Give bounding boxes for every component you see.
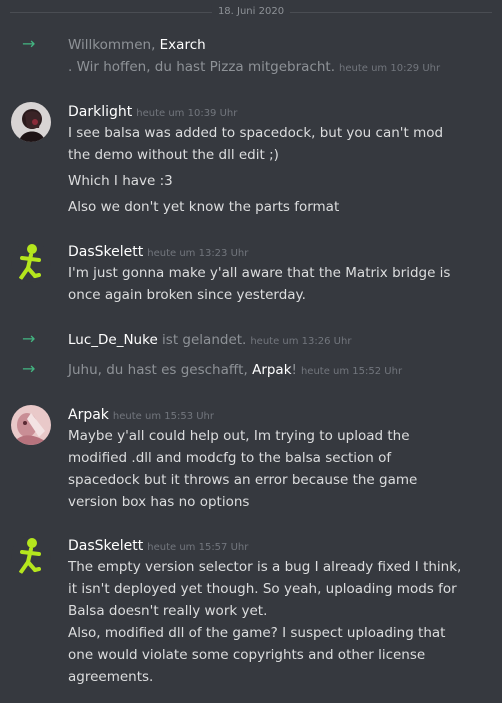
message-line: the demo without the dll edit ;) [68, 147, 279, 163]
message-header: DasSkelett heute um 13:23 Uhr [68, 242, 248, 264]
message-timestamp[interactable]: heute um 10:29 Uhr [339, 63, 440, 74]
author-name[interactable]: DasSkelett [68, 244, 143, 260]
message-body: I see balsa was added to spacedock, but … [68, 122, 488, 218]
message-line: it isn't deployed yet though. So yeah, u… [68, 581, 457, 597]
message-header: Arpak heute um 15:53 Uhr [68, 405, 214, 427]
date-divider: 18. Juni 2020 [0, 4, 502, 20]
message-body: I'm just gonna make y'all aware that the… [68, 262, 488, 306]
message-timestamp[interactable]: heute um 15:57 Uhr [147, 542, 248, 553]
join-username[interactable]: Arpak [252, 362, 291, 378]
author-name[interactable]: DasSkelett [68, 538, 143, 554]
message-header: Darklight heute um 10:39 Uhr [68, 102, 237, 124]
message-timestamp[interactable]: heute um 10:39 Uhr [136, 108, 237, 119]
message-line: Maybe y'all could help out, Im trying to… [68, 428, 410, 444]
join-arrow-icon: → [22, 359, 36, 378]
message-line: The empty version selector is a bug I al… [68, 559, 462, 575]
message-line: agreements. [68, 669, 154, 685]
join-arrow-icon: → [22, 329, 36, 348]
join-message: Juhu, du hast es geschafft, Arpak! heute … [68, 362, 403, 378]
message-body: The empty version selector is a bug I al… [68, 556, 488, 688]
avatar-dasskelett[interactable] [11, 536, 51, 576]
message-line: Also we don't yet know the parts format [68, 199, 340, 215]
avatar-dasskelett[interactable] [11, 242, 51, 282]
message-line: version box has no options [68, 494, 250, 510]
message-header: DasSkelett heute um 15:57 Uhr [68, 536, 248, 558]
message-line: I see balsa was added to spacedock, but … [68, 125, 444, 141]
avatar-arpak[interactable] [11, 405, 51, 445]
message-line: Also, modified dll of the game? I suspec… [68, 625, 446, 641]
date-divider-label: 18. Juni 2020 [211, 4, 291, 20]
join-message: Luc_De_Nuke ist gelandet. heute um 13:26 … [68, 332, 352, 348]
message-line: spacedock but it throws an error because… [68, 472, 418, 488]
avatar-darklight[interactable] [11, 102, 51, 142]
message-line: I'm just gonna make y'all aware that the… [68, 265, 451, 281]
message-timestamp[interactable]: heute um 13:23 Uhr [147, 248, 248, 259]
message-line: once again broken since yesterday. [68, 287, 306, 303]
message-timestamp[interactable]: heute um 13:26 Uhr [250, 336, 351, 347]
skeleton-icon [19, 244, 41, 280]
message-line: Balsa doesn't really work yet. [68, 603, 268, 619]
author-name[interactable]: Arpak [68, 407, 109, 423]
message-timestamp[interactable]: heute um 15:53 Uhr [113, 411, 214, 422]
message-line: modified .dll and modcfg to the balsa se… [68, 450, 392, 466]
welcome-username[interactable]: Exarch [160, 37, 206, 53]
join-arrow-icon: → [22, 34, 36, 53]
message-line: one would violate some copyrights and ot… [68, 647, 426, 663]
author-name[interactable]: Darklight [68, 104, 132, 120]
join-username[interactable]: Luc_De_Nuke [68, 332, 158, 348]
welcome-message: Willkommen, Exarch . Wir hoffen, du hast… [68, 37, 441, 75]
message-body: Maybe y'all could help out, Im trying to… [68, 425, 488, 513]
skeleton-icon [19, 538, 41, 574]
message-timestamp[interactable]: heute um 15:52 Uhr [301, 366, 402, 377]
message-line: Which I have :3 [68, 173, 173, 189]
